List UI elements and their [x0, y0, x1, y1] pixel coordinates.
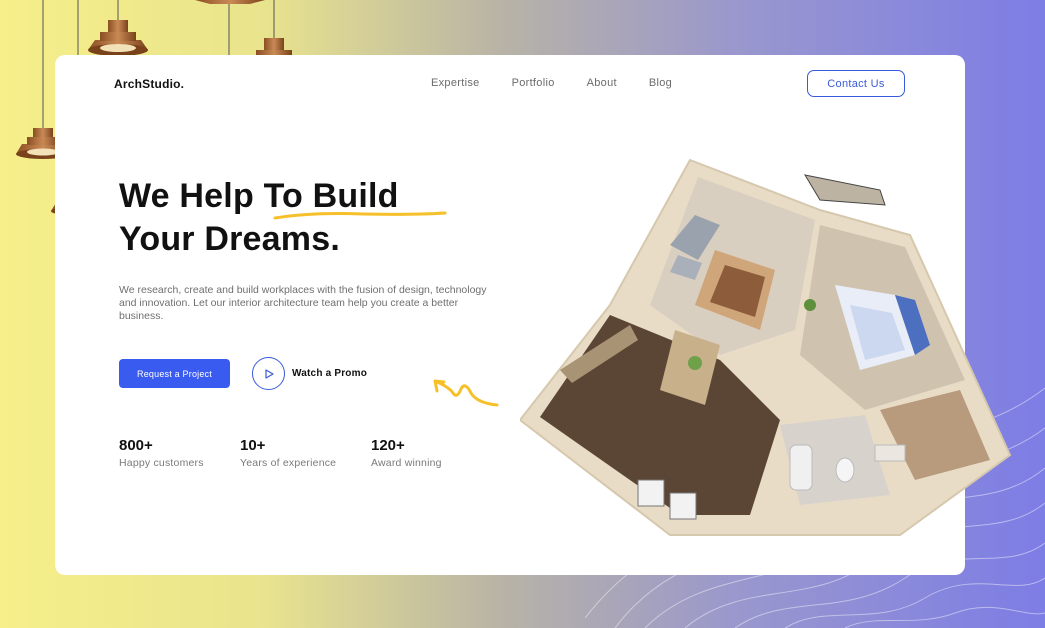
- stat-label: Award winning: [371, 457, 442, 469]
- nav-item-expertise[interactable]: Expertise: [431, 77, 480, 89]
- nav-item-blog[interactable]: Blog: [649, 77, 672, 89]
- stats-row: 800+ Happy customers 10+ Years of experi…: [119, 437, 474, 469]
- request-project-button[interactable]: Request a Project: [119, 359, 230, 388]
- nav-item-about[interactable]: About: [587, 77, 617, 89]
- headline-part-1: We Help: [119, 177, 264, 215]
- stat-label: Years of experience: [240, 457, 337, 469]
- watch-promo-button[interactable]: Watch a Promo: [252, 357, 367, 390]
- brand-logo[interactable]: ArchStudio.: [114, 77, 184, 91]
- play-icon[interactable]: [252, 357, 285, 390]
- stat-value: 800+: [119, 437, 153, 454]
- contact-us-button[interactable]: Contact Us: [807, 70, 905, 97]
- stat-label: Happy customers: [119, 457, 204, 469]
- floor-plan-illustration: [520, 158, 1012, 536]
- watch-promo-label[interactable]: Watch a Promo: [292, 368, 367, 379]
- stat-value: 120+: [371, 437, 405, 454]
- hero-description: We research, create and build workplaces…: [119, 284, 487, 322]
- main-nav: Expertise Portfolio About Blog: [431, 77, 672, 89]
- hero-card: ArchStudio. Expertise Portfolio About Bl…: [55, 55, 1012, 575]
- headline-underline-decoration: [273, 211, 447, 220]
- stat-value: 10+: [240, 437, 266, 454]
- lamp-icon: [88, 20, 148, 56]
- stat-item: 120+ Award winning: [371, 437, 442, 469]
- squiggle-arrow-decoration: [433, 379, 499, 407]
- headline-line-2: Your Dreams.: [119, 220, 340, 258]
- stat-item: 800+ Happy customers: [119, 437, 208, 469]
- nav-item-portfolio[interactable]: Portfolio: [512, 77, 555, 89]
- stat-item: 10+ Years of experience: [240, 437, 339, 469]
